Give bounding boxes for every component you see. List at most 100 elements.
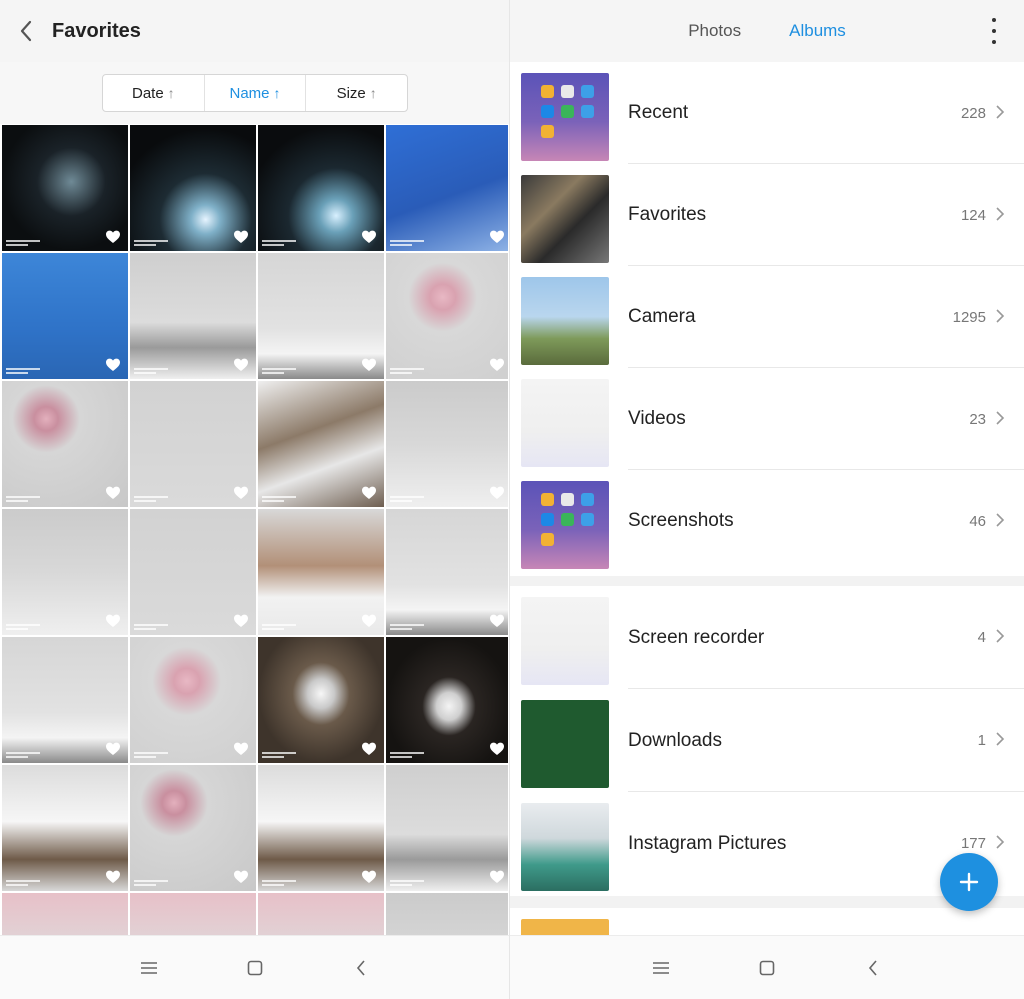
chevron-right-icon	[994, 512, 1006, 528]
arrow-up-icon: ↑	[167, 85, 175, 101]
sort-date-label: Date	[131, 84, 164, 102]
album-name: Recent	[628, 102, 689, 123]
photo-thumbnail[interactable]	[130, 893, 256, 935]
album-name: Videos	[628, 408, 686, 429]
photo-thumbnail[interactable]	[258, 765, 384, 891]
nav-menu-button[interactable]	[96, 936, 202, 999]
add-album-button[interactable]	[940, 853, 998, 911]
album-thumbnail	[521, 481, 609, 569]
heart-icon	[105, 741, 121, 757]
chevron-left-icon	[20, 20, 32, 42]
photo-grid	[2, 125, 508, 935]
album-thumbnail	[521, 700, 609, 788]
photo-thumbnail[interactable]	[130, 765, 256, 891]
app-icon-preview	[561, 105, 574, 118]
photo-thumbnail[interactable]	[130, 253, 256, 379]
photo-thumbnail[interactable]	[2, 637, 128, 763]
heart-icon	[233, 357, 249, 373]
photo-thumbnail[interactable]	[2, 125, 128, 251]
album-count: 46	[969, 512, 986, 530]
gallery-header: Photos Albums	[510, 0, 1024, 62]
album-row[interactable]: Screenshots 46	[510, 470, 1024, 572]
photo-watermark	[6, 880, 40, 886]
photo-thumbnail[interactable]	[386, 893, 508, 935]
photo-thumbnail[interactable]	[2, 893, 128, 935]
chevron-right-icon	[994, 834, 1006, 850]
app-icon-preview	[541, 85, 554, 98]
menu-icon	[141, 961, 157, 974]
photo-watermark	[134, 752, 168, 758]
photo-thumbnail[interactable]	[386, 125, 508, 251]
heart-icon	[361, 357, 377, 373]
heart-icon	[489, 869, 505, 885]
photo-thumbnail[interactable]	[258, 125, 384, 251]
photo-watermark	[262, 752, 296, 758]
album-row[interactable]	[510, 908, 1024, 935]
home-icon	[247, 960, 263, 975]
photo-thumbnail[interactable]	[258, 381, 384, 507]
photo-watermark	[390, 368, 424, 374]
photo-thumbnail[interactable]	[258, 893, 384, 935]
app-icon-preview	[561, 493, 574, 506]
chevron-right-icon	[994, 628, 1006, 644]
sort-segmented-control: Date ↑ Name ↑ Size ↑	[102, 74, 408, 112]
nav-home-button[interactable]	[202, 936, 308, 999]
back-button[interactable]	[0, 0, 52, 62]
album-name: Instagram Pictures	[628, 832, 787, 854]
sort-by-name-button[interactable]: Name ↑	[205, 75, 307, 111]
photo-thumbnail[interactable]	[386, 253, 508, 379]
heart-icon	[105, 869, 121, 885]
photo-thumbnail[interactable]	[386, 637, 508, 763]
photo-thumbnail[interactable]	[130, 509, 256, 635]
album-row[interactable]: Camera 1295	[510, 266, 1024, 368]
photo-watermark	[6, 240, 40, 246]
arrow-up-icon: ↑	[369, 85, 377, 101]
nav-menu-button[interactable]	[608, 936, 714, 999]
photo-watermark	[390, 240, 424, 246]
album-row[interactable]: Screen recorder 4	[510, 586, 1024, 689]
page-title: Favorites	[52, 19, 141, 42]
tab-albums[interactable]: Albums	[789, 21, 846, 41]
heart-icon	[233, 229, 249, 245]
photo-thumbnail[interactable]	[258, 253, 384, 379]
sort-by-date-button[interactable]: Date ↑	[103, 75, 205, 111]
photo-thumbnail[interactable]	[130, 637, 256, 763]
album-thumbnail	[521, 277, 609, 365]
sort-by-size-button[interactable]: Size ↑	[306, 75, 407, 111]
heart-icon	[489, 741, 505, 757]
photo-watermark	[262, 240, 296, 246]
album-name: Screenshots	[628, 510, 734, 531]
heart-icon	[105, 229, 121, 245]
photo-watermark	[6, 624, 40, 630]
photo-thumbnail[interactable]	[130, 125, 256, 251]
photo-thumbnail[interactable]	[130, 381, 256, 507]
photo-watermark	[6, 496, 40, 502]
photo-thumbnail[interactable]	[258, 509, 384, 635]
app-icon-preview	[541, 513, 554, 526]
photo-thumbnail[interactable]	[2, 509, 128, 635]
photo-watermark	[134, 240, 168, 246]
album-name: Favorites	[628, 204, 707, 225]
photo-thumbnail[interactable]	[2, 765, 128, 891]
photo-watermark	[262, 624, 296, 630]
album-row[interactable]: Downloads 1	[510, 689, 1024, 792]
nav-back-button[interactable]	[820, 936, 926, 999]
album-count: 4	[977, 629, 986, 646]
photo-thumbnail[interactable]	[386, 381, 508, 507]
tab-photos[interactable]: Photos	[688, 21, 741, 41]
more-options-icon[interactable]	[984, 18, 1004, 44]
album-row[interactable]: Recent 228	[510, 62, 1024, 164]
album-row[interactable]: Favorites 124	[510, 164, 1024, 266]
album-row[interactable]: Videos 23	[510, 368, 1024, 470]
album-count: 1	[977, 732, 986, 749]
nav-home-button[interactable]	[714, 936, 820, 999]
photo-thumbnail[interactable]	[2, 381, 128, 507]
photo-thumbnail[interactable]	[386, 765, 508, 891]
photo-thumbnail[interactable]	[2, 253, 128, 379]
photo-thumbnail[interactable]	[258, 637, 384, 763]
system-nav-bar	[0, 935, 509, 999]
app-icon-preview	[541, 105, 554, 118]
home-icon	[759, 960, 775, 975]
photo-thumbnail[interactable]	[386, 509, 508, 635]
nav-back-button[interactable]	[308, 936, 414, 999]
